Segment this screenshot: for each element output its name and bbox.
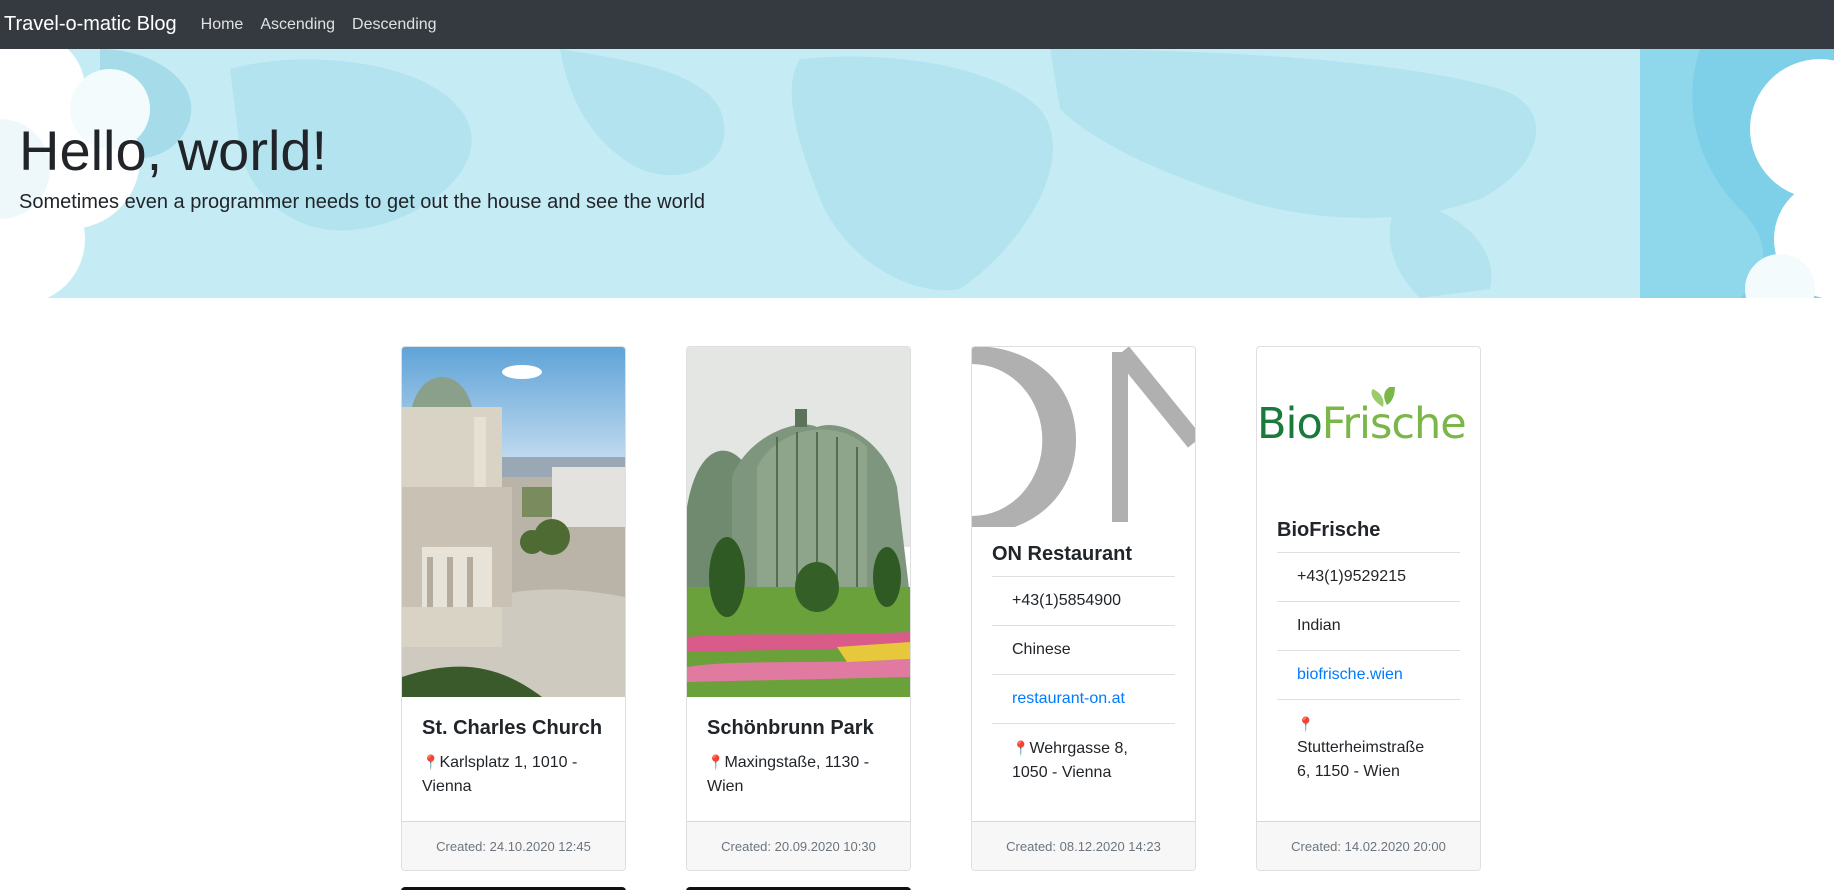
card-biofrische: BioFrische BioFrische +43(1)9529215 Indi… <box>1256 346 1481 871</box>
cuisine-item: Chinese <box>992 625 1175 674</box>
address-text: Stutterheimstraße 6, 1150 - Wien <box>1297 739 1425 780</box>
card-title: St. Charles Church <box>422 717 603 739</box>
card-st-charles-church: St. Charles Church 📍Karlsplatz 1, 1010 -… <box>401 346 626 871</box>
nav-descending[interactable]: Descending <box>352 16 437 34</box>
card-logo-biofrische: BioFrische <box>1257 347 1480 507</box>
address-text: Maxingstaße, 1130 - Wien <box>707 754 870 795</box>
card-schonbrunn-park: Schönbrunn Park 📍Maxingstaße, 1130 - Wie… <box>686 346 911 871</box>
hero-title: Hello, world! <box>19 119 328 182</box>
card-title: BioFrische <box>1277 519 1381 541</box>
card-title: Schönbrunn Park <box>707 717 874 739</box>
phone-item: +43(1)5854900 <box>992 576 1175 625</box>
address-text: Karlsplatz 1, 1010 - Vienna <box>422 754 578 795</box>
location-pin-icon: 📍 <box>707 754 725 770</box>
nav-ascending[interactable]: Ascending <box>260 16 335 34</box>
location-pin-icon: 📍 <box>1297 716 1315 732</box>
hero-banner: Hello, world! Sometimes even a programme… <box>0 49 1834 298</box>
biofrische-logo-text-bio: Bio <box>1257 399 1323 449</box>
location-pin-icon: 📍 <box>422 754 440 770</box>
card-body: BioFrische +43(1)9529215 Indian biofrisc… <box>1257 519 1480 796</box>
card-body: ON Restaurant +43(1)5854900 Chinese rest… <box>972 543 1195 797</box>
address-text: Wehrgasse 8, 1050 - Vienna <box>1012 740 1128 781</box>
address-item: 📍Wehrgasse 8, 1050 - Vienna <box>992 723 1175 797</box>
card-image-st-charles-church <box>402 347 625 697</box>
top-navbar: Travel-o-matic Blog Home Ascending Desce… <box>0 0 1834 49</box>
card-footer: Created: 14.02.2020 20:00 <box>1257 821 1480 870</box>
website-link[interactable]: biofrische.wien <box>1277 650 1460 699</box>
card-info-list: +43(1)5854900 Chinese restaurant-on.at 📍… <box>992 576 1175 797</box>
cuisine-item: Indian <box>1277 601 1460 650</box>
brand-link[interactable]: Travel-o-matic Blog <box>4 13 177 36</box>
card-body: Schönbrunn Park 📍Maxingstaße, 1130 - Wie… <box>687 717 910 799</box>
card-title: ON Restaurant <box>992 543 1133 565</box>
website-link[interactable]: restaurant-on.at <box>992 674 1175 723</box>
card-footer: Created: 08.12.2020 14:23 <box>972 821 1195 870</box>
biofrische-logo: BioFrische <box>1257 387 1480 447</box>
card-body: St. Charles Church 📍Karlsplatz 1, 1010 -… <box>402 717 625 799</box>
nav-home[interactable]: Home <box>201 16 244 34</box>
card-address: 📍Maxingstaße, 1130 - Wien <box>707 750 890 799</box>
card-address: 📍Karlsplatz 1, 1010 - Vienna <box>422 750 605 799</box>
phone-item: +43(1)9529215 <box>1277 552 1460 601</box>
address-item: 📍 Stutterheimstraße 6, 1150 - Wien <box>1277 699 1460 796</box>
card-logo-on-restaurant <box>972 347 1195 527</box>
hero-subtitle: Sometimes even a programmer needs to get… <box>19 191 705 213</box>
card-footer: Created: 24.10.2020 12:45 <box>402 821 625 870</box>
card-info-list: +43(1)9529215 Indian biofrische.wien 📍 St… <box>1277 552 1460 796</box>
card-image-schonbrunn-park <box>687 347 910 697</box>
location-pin-icon: 📍 <box>1012 740 1030 756</box>
biofrische-logo-text-frische: Frische <box>1321 399 1467 449</box>
card-on-restaurant: ON Restaurant +43(1)5854900 Chinese rest… <box>971 346 1196 871</box>
card-footer: Created: 20.09.2020 10:30 <box>687 821 910 870</box>
